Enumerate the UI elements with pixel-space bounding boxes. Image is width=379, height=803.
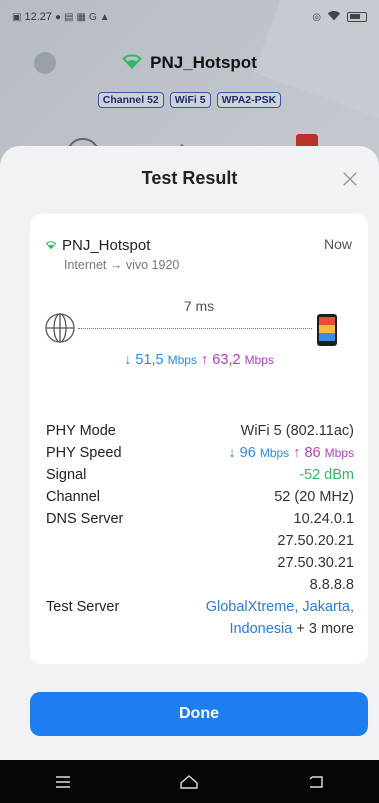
home-icon	[180, 774, 199, 789]
back-icon	[309, 775, 323, 788]
more-servers[interactable]: + 3 more	[296, 621, 354, 637]
google-icon: G	[88, 11, 97, 23]
wifi-standard-badge: WiFi 5	[169, 92, 211, 108]
image-icon: ▦	[76, 11, 86, 23]
test-result-sheet: Test Result PNJ_Hotspot Internet → vivo …	[0, 146, 379, 760]
upload-speed: ↑ 63,2 Mbps	[201, 352, 274, 368]
close-icon	[343, 172, 357, 186]
sheet-title: Test Result	[141, 168, 238, 188]
network-name: PNJ_Hotspot	[62, 236, 151, 254]
close-button[interactable]	[339, 168, 361, 190]
navigation-bar	[0, 760, 379, 803]
details-table: PHY Mode WiFi 5 (802.11ac) PHY Speed ↓ 9…	[46, 420, 354, 640]
download-speed: ↓ 51,5 Mbps	[124, 352, 197, 368]
result-card: PNJ_Hotspot Internet → vivo 1920 Now 7 m…	[30, 214, 368, 664]
wifi-icon	[122, 53, 142, 74]
phone-icon	[317, 314, 337, 346]
background-ssid: PNJ_Hotspot	[122, 53, 257, 74]
channel-badge: Channel 52	[97, 92, 164, 108]
back-button[interactable]	[286, 760, 346, 803]
wifi-test-icon: ●	[54, 11, 62, 23]
mail-icon: ▤	[64, 11, 74, 23]
detail-row-phy-mode: PHY Mode WiFi 5 (802.11ac)	[46, 423, 354, 439]
detail-row-channel: Channel 52 (20 MHz)	[46, 489, 354, 505]
test-server-link-country[interactable]: Indonesia	[229, 621, 292, 637]
message-icon: ▣	[12, 11, 22, 23]
connection-line	[78, 328, 312, 329]
menu-button[interactable]	[33, 760, 93, 803]
done-button[interactable]: Done	[30, 692, 368, 736]
menu-icon	[56, 775, 71, 788]
home-button[interactable]	[159, 760, 219, 803]
globe-icon	[45, 313, 75, 343]
wifi-icon	[45, 236, 57, 254]
security-badge: WPA2-PSK	[216, 92, 282, 108]
result-time: Now	[323, 236, 352, 252]
wifi-icon	[327, 10, 341, 24]
speed-summary: ↓ 51,5 Mbps ↑ 63,2 Mbps	[30, 352, 368, 368]
battery-icon	[347, 12, 367, 22]
detail-row-signal: Signal -52 dBm	[46, 467, 354, 483]
location-icon: ◎	[312, 11, 321, 23]
network-path: Internet → vivo 1920	[64, 258, 180, 272]
avatar[interactable]	[34, 52, 56, 74]
detail-row-test-server: Test Server GlobalXtreme, Jakarta, Indon…	[46, 596, 354, 640]
network-row: PNJ_Hotspot	[45, 236, 151, 254]
detail-row-dns: DNS Server 10.24.0.1 27.50.20.21 27.50.3…	[46, 511, 354, 593]
status-bar: ▣ 12.27 ● ▤ ▦ G ▲ ◎	[0, 0, 379, 34]
detail-row-phy-speed: PHY Speed ↓ 96 Mbps ↑ 86 Mbps	[46, 445, 354, 461]
test-server-link[interactable]: GlobalXtreme, Jakarta,	[206, 596, 354, 618]
tapo-icon: ▲	[99, 11, 110, 23]
status-time: 12.27	[24, 11, 52, 23]
background-badges: Channel 52 WiFi 5 WPA2-PSK	[0, 92, 379, 108]
latency-value: 7 ms	[183, 298, 215, 314]
background-header: PNJ_Hotspot	[0, 48, 379, 78]
